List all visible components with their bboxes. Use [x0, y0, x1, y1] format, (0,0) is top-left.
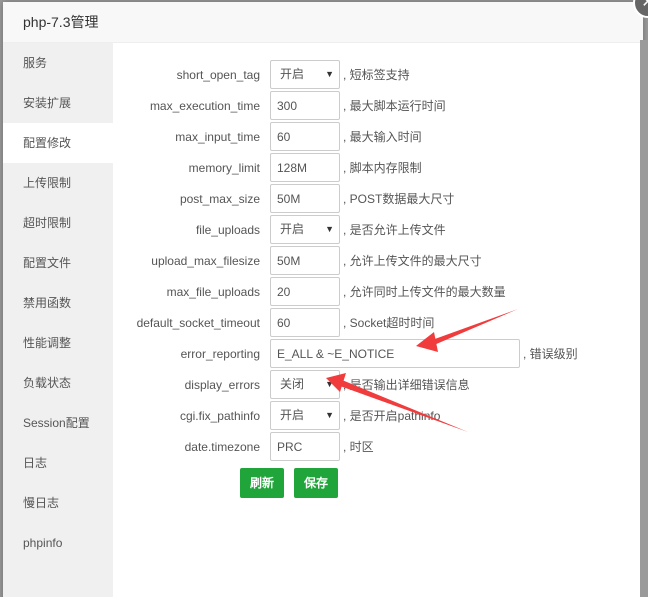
max-file-uploads-input[interactable]: [270, 277, 340, 306]
date-timezone-input[interactable]: [270, 432, 340, 461]
sidebar-item-label: 服务: [23, 56, 48, 70]
config-row-default-socket-timeout: default_socket_timeout , Socket超时时间: [113, 307, 643, 338]
max-execution-time-input[interactable]: [270, 91, 340, 120]
config-row-display-errors: display_errors 关闭 ▼ , 是否输出详细错误信息: [113, 369, 643, 400]
sidebar-item-label: 配置文件: [23, 256, 72, 270]
config-key: short_open_tag: [176, 67, 260, 82]
page-scrollbar[interactable]: [640, 40, 648, 597]
config-row-max-input-time: max_input_time , 最大输入时间: [113, 121, 643, 152]
sidebar-item-label: 禁用函数: [23, 296, 72, 310]
file-uploads-select[interactable]: 开启 ▼: [270, 215, 340, 244]
select-value: 关闭: [280, 377, 305, 391]
memory-limit-input[interactable]: [270, 153, 340, 182]
sidebar-item-logs[interactable]: 日志: [3, 443, 113, 483]
sidebar-item-label: Session配置: [23, 416, 90, 430]
php-manager-dialog: php-7.3管理 ✕ 服务 安装扩展 配置修改 上传限制 超时限制 配置文件 …: [3, 0, 648, 597]
config-key: post_max_size: [179, 191, 260, 206]
config-row-short-open-tag: short_open_tag 开启 ▼ , 短标签支持: [113, 59, 643, 90]
short-open-tag-select[interactable]: 开启 ▼: [270, 60, 340, 89]
config-desc: , 最大输入时间: [343, 130, 422, 144]
config-row-file-uploads: file_uploads 开启 ▼ , 是否允许上传文件: [113, 214, 643, 245]
config-desc: , 是否开启pathinfo: [343, 409, 441, 423]
sidebar-item-phpinfo[interactable]: phpinfo: [3, 523, 113, 563]
config-desc: , 允许上传文件的最大尺寸: [343, 254, 482, 268]
chevron-down-icon: ▼: [325, 69, 334, 79]
dialog-header: php-7.3管理: [3, 2, 643, 43]
config-desc: , 允许同时上传文件的最大数量: [343, 285, 506, 299]
chevron-down-icon: ▼: [325, 410, 334, 420]
sidebar: 服务 安装扩展 配置修改 上传限制 超时限制 配置文件 禁用函数 性能调整 负载…: [3, 43, 113, 597]
config-row-cgi-fix-pathinfo: cgi.fix_pathinfo 开启 ▼ , 是否开启pathinfo: [113, 400, 643, 431]
config-key: file_uploads: [195, 222, 260, 237]
config-desc: , 时区: [343, 440, 374, 454]
post-max-size-input[interactable]: [270, 184, 340, 213]
sidebar-item-label: 配置修改: [23, 136, 72, 150]
config-row-max-execution-time: max_execution_time , 最大脚本运行时间: [113, 90, 643, 121]
error-reporting-input[interactable]: [270, 339, 520, 368]
config-key: max_execution_time: [149, 98, 260, 113]
upload-max-filesize-input[interactable]: [270, 246, 340, 275]
config-key: max_file_uploads: [166, 284, 260, 299]
config-desc: , 是否输出详细错误信息: [343, 378, 470, 392]
config-row-upload-max-filesize: upload_max_filesize , 允许上传文件的最大尺寸: [113, 245, 643, 276]
config-row-memory-limit: memory_limit , 脚本内存限制: [113, 152, 643, 183]
config-desc: , 短标签支持: [343, 68, 410, 82]
sidebar-item-label: 性能调整: [23, 336, 72, 350]
config-row-error-reporting: error_reporting , 错误级别: [113, 338, 643, 369]
sidebar-item-performance[interactable]: 性能调整: [3, 323, 113, 363]
sidebar-item-config-edit[interactable]: 配置修改: [3, 123, 113, 163]
sidebar-item-label: 超时限制: [23, 216, 72, 230]
refresh-button[interactable]: 刷新: [240, 468, 285, 498]
config-key: display_errors: [184, 377, 260, 392]
sidebar-item-label: 慢日志: [23, 496, 60, 510]
sidebar-item-install-extensions[interactable]: 安装扩展: [3, 83, 113, 123]
select-value: 开启: [280, 67, 305, 81]
sidebar-item-label: phpinfo: [23, 536, 63, 550]
sidebar-item-label: 安装扩展: [23, 96, 72, 110]
config-key: cgi.fix_pathinfo: [179, 408, 260, 423]
config-row-post-max-size: post_max_size , POST数据最大尺寸: [113, 183, 643, 214]
sidebar-item-disabled-functions[interactable]: 禁用函数: [3, 283, 113, 323]
display-errors-select[interactable]: 关闭 ▼: [270, 370, 340, 399]
config-key: error_reporting: [180, 346, 260, 361]
config-key: default_socket_timeout: [136, 315, 260, 330]
default-socket-timeout-input[interactable]: [270, 308, 340, 337]
config-key: date.timezone: [184, 439, 260, 454]
config-form: short_open_tag 开启 ▼ , 短标签支持 max_execution…: [113, 43, 643, 597]
form-actions: 刷新 保存: [113, 468, 643, 498]
config-desc: , 脚本内存限制: [343, 161, 422, 175]
dialog-title: php-7.3管理: [23, 14, 99, 30]
sidebar-item-service[interactable]: 服务: [3, 43, 113, 83]
config-row-max-file-uploads: max_file_uploads , 允许同时上传文件的最大数量: [113, 276, 643, 307]
sidebar-item-config-file[interactable]: 配置文件: [3, 243, 113, 283]
select-value: 开启: [280, 408, 305, 422]
sidebar-item-load-status[interactable]: 负载状态: [3, 363, 113, 403]
config-key: upload_max_filesize: [151, 253, 260, 268]
cgi-fix-pathinfo-select[interactable]: 开启 ▼: [270, 401, 340, 430]
chevron-down-icon: ▼: [325, 224, 334, 234]
max-input-time-input[interactable]: [270, 122, 340, 151]
config-desc: , 是否允许上传文件: [343, 223, 446, 237]
config-key: memory_limit: [188, 160, 260, 175]
config-desc: , 最大脚本运行时间: [343, 99, 446, 113]
sidebar-item-slow-logs[interactable]: 慢日志: [3, 483, 113, 523]
sidebar-item-label: 日志: [23, 456, 48, 470]
sidebar-item-timeout-limit[interactable]: 超时限制: [3, 203, 113, 243]
config-key: max_input_time: [175, 129, 260, 144]
config-desc: , 错误级别: [523, 347, 578, 361]
chevron-down-icon: ▼: [325, 379, 334, 389]
config-desc: , POST数据最大尺寸: [343, 192, 455, 206]
sidebar-item-session-config[interactable]: Session配置: [3, 403, 113, 443]
sidebar-item-label: 上传限制: [23, 176, 72, 190]
select-value: 开启: [280, 222, 305, 236]
sidebar-item-upload-limit[interactable]: 上传限制: [3, 163, 113, 203]
save-button[interactable]: 保存: [294, 468, 339, 498]
sidebar-item-label: 负载状态: [23, 376, 72, 390]
config-row-date-timezone: date.timezone , 时区: [113, 431, 643, 462]
config-desc: , Socket超时时间: [343, 316, 435, 330]
